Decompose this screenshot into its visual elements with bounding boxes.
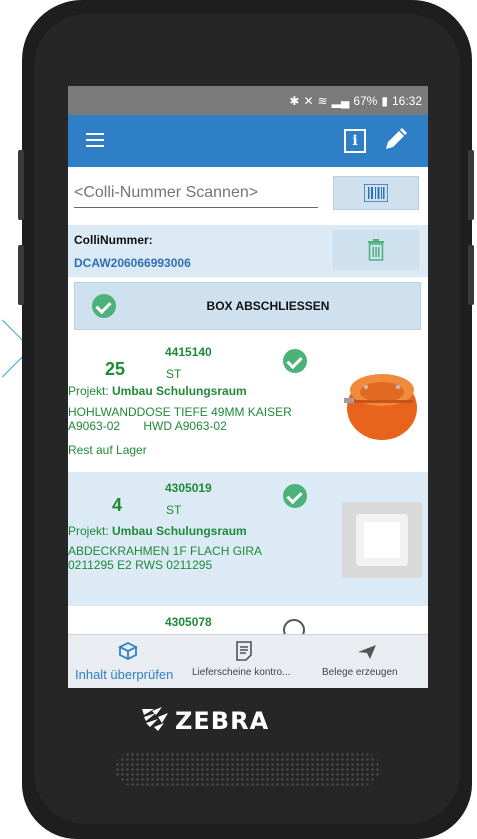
battery-level: 67% [353,93,378,108]
wifi-icon: ≋ [317,93,328,108]
article-number: 4415140 [165,345,212,359]
signal-icon: ▂▄ [331,93,350,108]
bottom-navigation: Inhalt überprüfen Lieferscheine kontro..… [68,634,428,688]
unit: ST [166,367,182,381]
menu-icon[interactable] [86,133,104,147]
battery-icon: ▮ [381,93,388,108]
document-icon [236,641,252,661]
nav-label: Lieferscheine kontro... [192,667,291,678]
left-side-button [18,150,24,220]
nav-lieferscheine[interactable]: Lieferscheine kontro... [188,635,310,688]
mute-icon: ✕ [303,93,314,108]
edit-pencil-icon[interactable] [382,127,408,153]
article-number: 4305019 [165,481,212,495]
project-line: Projekt: Umbau Schulungsraum [68,524,247,538]
app-screen: ✱ ✕ ≋ ▂▄ 67% ▮ 16:32 i Col [68,86,428,688]
colli-scan-input[interactable] [74,179,318,208]
check-circle-icon [92,294,116,318]
colli-value: DCAW206066993006 [74,256,191,270]
box-icon [118,641,138,661]
clock: 16:32 [391,93,422,108]
right-side-button-2 [468,245,474,305]
left-side-button-2 [18,245,24,305]
send-icon [358,645,376,659]
scan-row [68,167,428,223]
barcode-scan-button[interactable] [333,176,419,210]
brand-logo: ZEBRA [175,707,270,735]
stock-status: Rest auf Lager [68,443,147,457]
cover-frame-image [342,502,422,578]
bluetooth-icon: ✱ [289,93,300,108]
quantity: 25 [105,359,126,379]
item-checked-icon[interactable] [283,349,307,373]
trash-icon [368,239,384,261]
list-item[interactable]: 4415140 25 ST Projekt: Umbau Schulungsra… [68,338,428,471]
info-icon[interactable]: i [344,129,366,153]
nav-inhalt[interactable]: Inhalt überprüfen [68,635,188,688]
barcode-icon [364,184,388,202]
close-box-label: BOX ABSCHLIESSEN [206,299,330,313]
wall-box-image [342,360,422,442]
unit: ST [166,503,182,517]
zebra-logo-icon [142,707,168,731]
item-description: ABDECKRAHMEN 1F FLACH GIRA 0211295 E2 RW… [68,544,263,572]
item-list[interactable]: 4415140 25 ST Projekt: Umbau Schulungsra… [68,338,428,638]
quantity: 4 [112,495,123,515]
speaker-grille [115,752,380,786]
status-bar: ✱ ✕ ≋ ▂▄ 67% ▮ 16:32 [68,86,428,115]
right-side-button [468,150,474,220]
nav-label: Inhalt überprüfen [75,667,174,682]
colli-label: ColliNummer: [74,233,153,247]
item-checked-icon[interactable] [283,484,307,508]
nav-label: Belege erzeugen [322,667,398,678]
colli-panel: ColliNummer: DCAW206066993006 [68,225,428,277]
delete-colli-button[interactable] [333,230,419,270]
list-item[interactable]: 4305019 4 ST Projekt: Umbau Schulungsrau… [68,472,428,606]
close-box-button[interactable]: BOX ABSCHLIESSEN [74,282,421,330]
app-bar: i [68,115,428,167]
article-number: 4305078 [165,615,212,629]
nav-belege[interactable]: Belege erzeugen [310,635,428,688]
project-line: Projekt: Umbau Schulungsraum [68,384,247,398]
item-description: HOHLWANDDOSE TIEFE 49MM KAISER A9063-02 … [68,405,292,433]
